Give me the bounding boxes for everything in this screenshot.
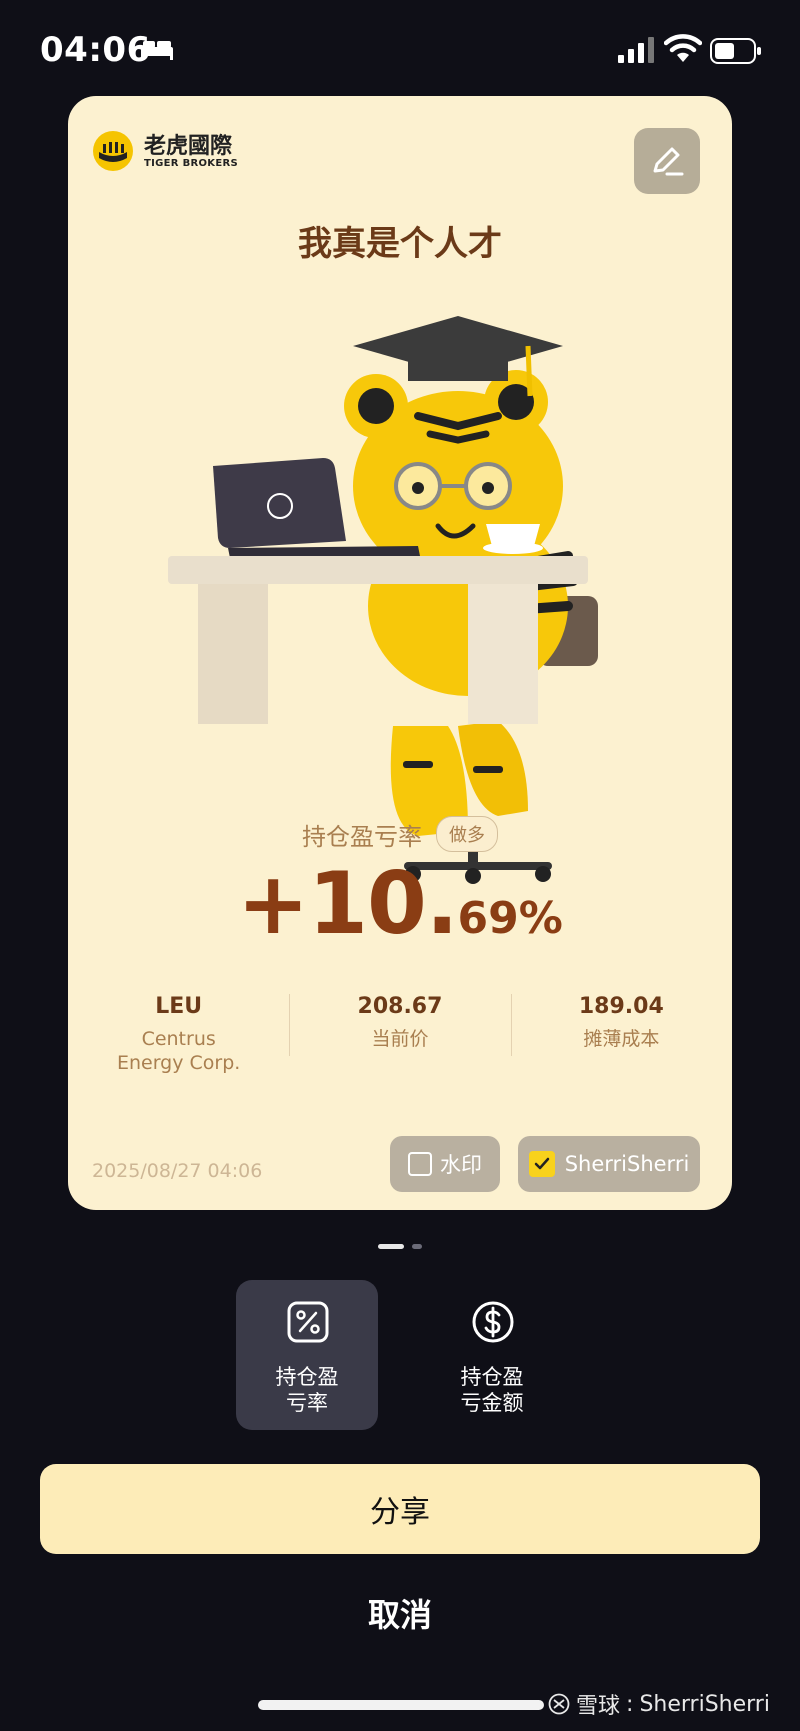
- metric-label: 持仓盈亏率: [302, 822, 422, 851]
- percent-icon: [287, 1301, 329, 1343]
- watermark-toggle[interactable]: 水印: [390, 1136, 500, 1192]
- stat-diluted-cost: 189.04 摊薄成本: [510, 992, 732, 1102]
- username-label: SherriSherri: [564, 1152, 690, 1176]
- stat-label: 摊薄成本: [583, 1028, 660, 1050]
- tiger-logo-icon: [93, 131, 133, 171]
- xueqiu-user: SherriSherri: [639, 1691, 770, 1717]
- stat-ticker: LEU Centrus Energy Corp.: [68, 992, 289, 1102]
- tiger-mascot-illustration: [168, 316, 598, 884]
- return-percentage: +10.69%: [68, 854, 732, 954]
- stat-label: Centrus Energy Corp.: [116, 1028, 241, 1074]
- card-title: 我真是个人才: [298, 224, 502, 264]
- xueqiu-watermark: 雪球: SherriSherri: [548, 1688, 770, 1720]
- option-return-rate[interactable]: 持仓盈 亏率: [236, 1280, 378, 1430]
- xueqiu-separator: :: [626, 1691, 634, 1717]
- cellular-signal-icon: [618, 37, 654, 63]
- share-button[interactable]: 分享: [40, 1464, 760, 1554]
- logo-text-en: TIGER BROKERS: [144, 158, 238, 169]
- metric-row: 持仓盈亏率 做多: [68, 812, 732, 856]
- home-indicator[interactable]: [258, 1700, 544, 1710]
- edit-button[interactable]: [634, 128, 700, 194]
- status-bar: 04:06: [0, 0, 800, 96]
- stat-label: 当前价: [371, 1028, 429, 1050]
- tiger-brokers-logo: 老虎國際 TIGER BROKERS: [92, 128, 252, 178]
- logo-text-cn: 老虎國際: [144, 134, 233, 159]
- option-label: 持仓盈 亏率: [275, 1365, 339, 1415]
- option-label: 持仓盈 亏金额: [460, 1365, 524, 1415]
- stats-row: LEU Centrus Energy Corp. 208.67 当前价 189.…: [68, 992, 732, 1102]
- sleep-mode-icon: [141, 41, 173, 60]
- return-decimal: 69%: [457, 893, 563, 944]
- status-time: 04:06: [40, 30, 151, 70]
- dollar-icon: [472, 1301, 514, 1343]
- card-timestamp: 2025/08/27 04:06: [92, 1160, 263, 1182]
- return-main: +10.: [237, 854, 458, 954]
- stat-current-price: 208.67 当前价: [289, 992, 510, 1102]
- pencil-icon: [653, 147, 684, 176]
- checkmark-icon: [534, 1157, 549, 1170]
- username-toggle[interactable]: SherriSherri: [518, 1136, 700, 1192]
- page-indicator: [378, 1244, 426, 1250]
- stat-value: LEU: [155, 994, 203, 1019]
- page-dot-active: [378, 1244, 404, 1249]
- stat-value: 189.04: [578, 994, 664, 1019]
- share-card: 老虎國際 TIGER BROKERS 我真是个人才 持仓盈亏率 做多 +10.6…: [68, 96, 732, 1210]
- xueqiu-brand: 雪球: [576, 1694, 621, 1719]
- checkbox-checked-icon: [528, 1151, 555, 1177]
- page-dot: [412, 1244, 422, 1249]
- stat-value: 208.67: [357, 994, 443, 1019]
- xueqiu-logo-icon: [548, 1693, 570, 1715]
- cancel-button[interactable]: 取消: [0, 1590, 800, 1636]
- option-return-amount[interactable]: 持仓盈 亏金额: [421, 1280, 563, 1430]
- checkbox-unchecked-icon: [408, 1152, 432, 1176]
- wifi-icon: [664, 34, 702, 62]
- battery-icon: [710, 38, 761, 64]
- watermark-label: 水印: [440, 1153, 482, 1177]
- direction-badge: 做多: [436, 816, 498, 852]
